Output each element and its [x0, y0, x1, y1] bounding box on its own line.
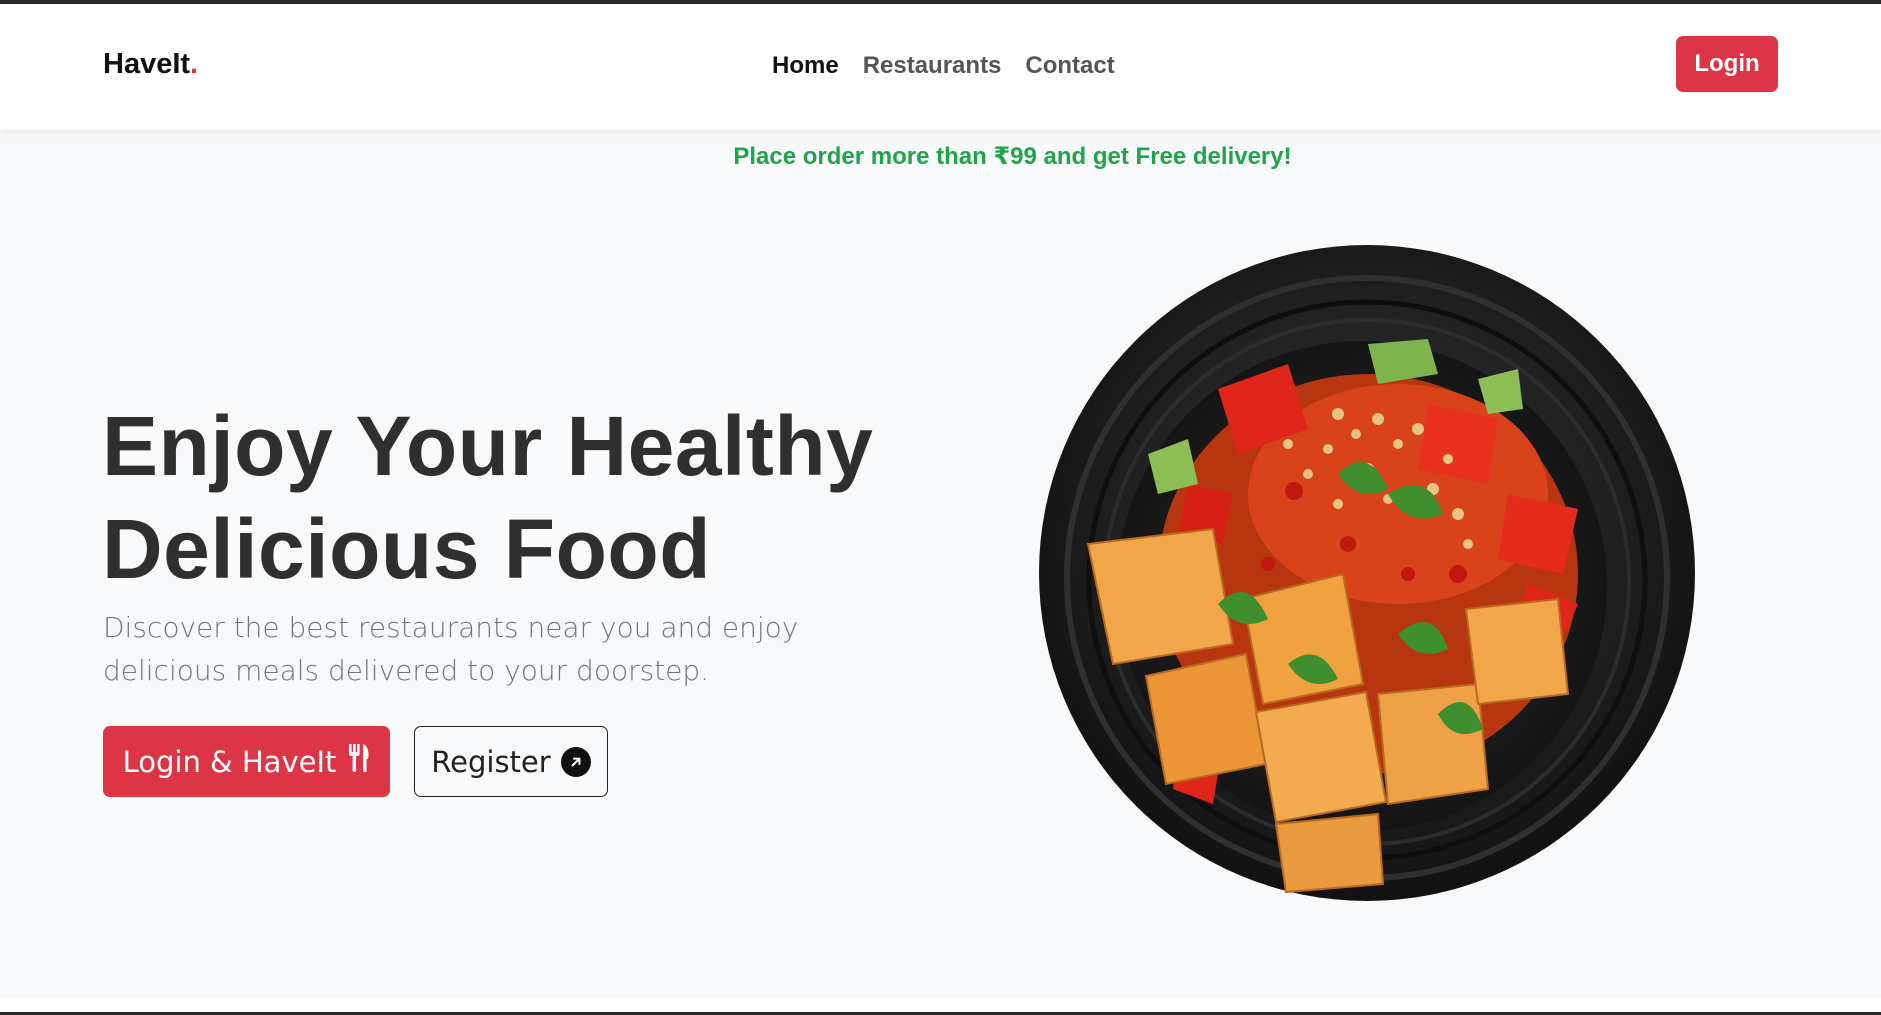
- hero-subtitle: Discover the best restaurants near you a…: [103, 611, 799, 687]
- nav-link-contact[interactable]: Contact: [1025, 52, 1114, 80]
- window-bottom-border: [0, 998, 1881, 1015]
- register-label: Register: [431, 744, 551, 779]
- login-haveit-button[interactable]: Login & HaveIt: [103, 726, 390, 797]
- login-haveit-label: Login & HaveIt: [122, 744, 337, 779]
- brand-logo[interactable]: HaveIt.: [103, 48, 198, 81]
- brand-name: HaveIt: [103, 48, 191, 80]
- nav-link-home[interactable]: Home: [772, 52, 839, 80]
- promo-banner: Place order more than ₹99 and get Free d…: [733, 143, 1292, 170]
- hero-title-line1: Enjoy Your Healthy: [102, 399, 874, 493]
- utensils-icon: [348, 743, 370, 780]
- hero-title: Enjoy Your Healthy Delicious Food: [102, 395, 873, 601]
- food-bowl-image: [1038, 244, 1696, 902]
- hero-title-line2: Delicious Food: [102, 502, 712, 596]
- nav-links: Home Restaurants Contact: [772, 52, 1115, 80]
- arrow-up-right-circle-icon: [560, 746, 591, 777]
- navbar: HaveIt. Home Restaurants Contact Login: [0, 4, 1881, 130]
- login-button[interactable]: Login: [1676, 36, 1778, 92]
- brand-dot: .: [190, 48, 199, 80]
- register-button[interactable]: Register: [414, 726, 608, 797]
- nav-link-restaurants[interactable]: Restaurants: [863, 52, 1002, 80]
